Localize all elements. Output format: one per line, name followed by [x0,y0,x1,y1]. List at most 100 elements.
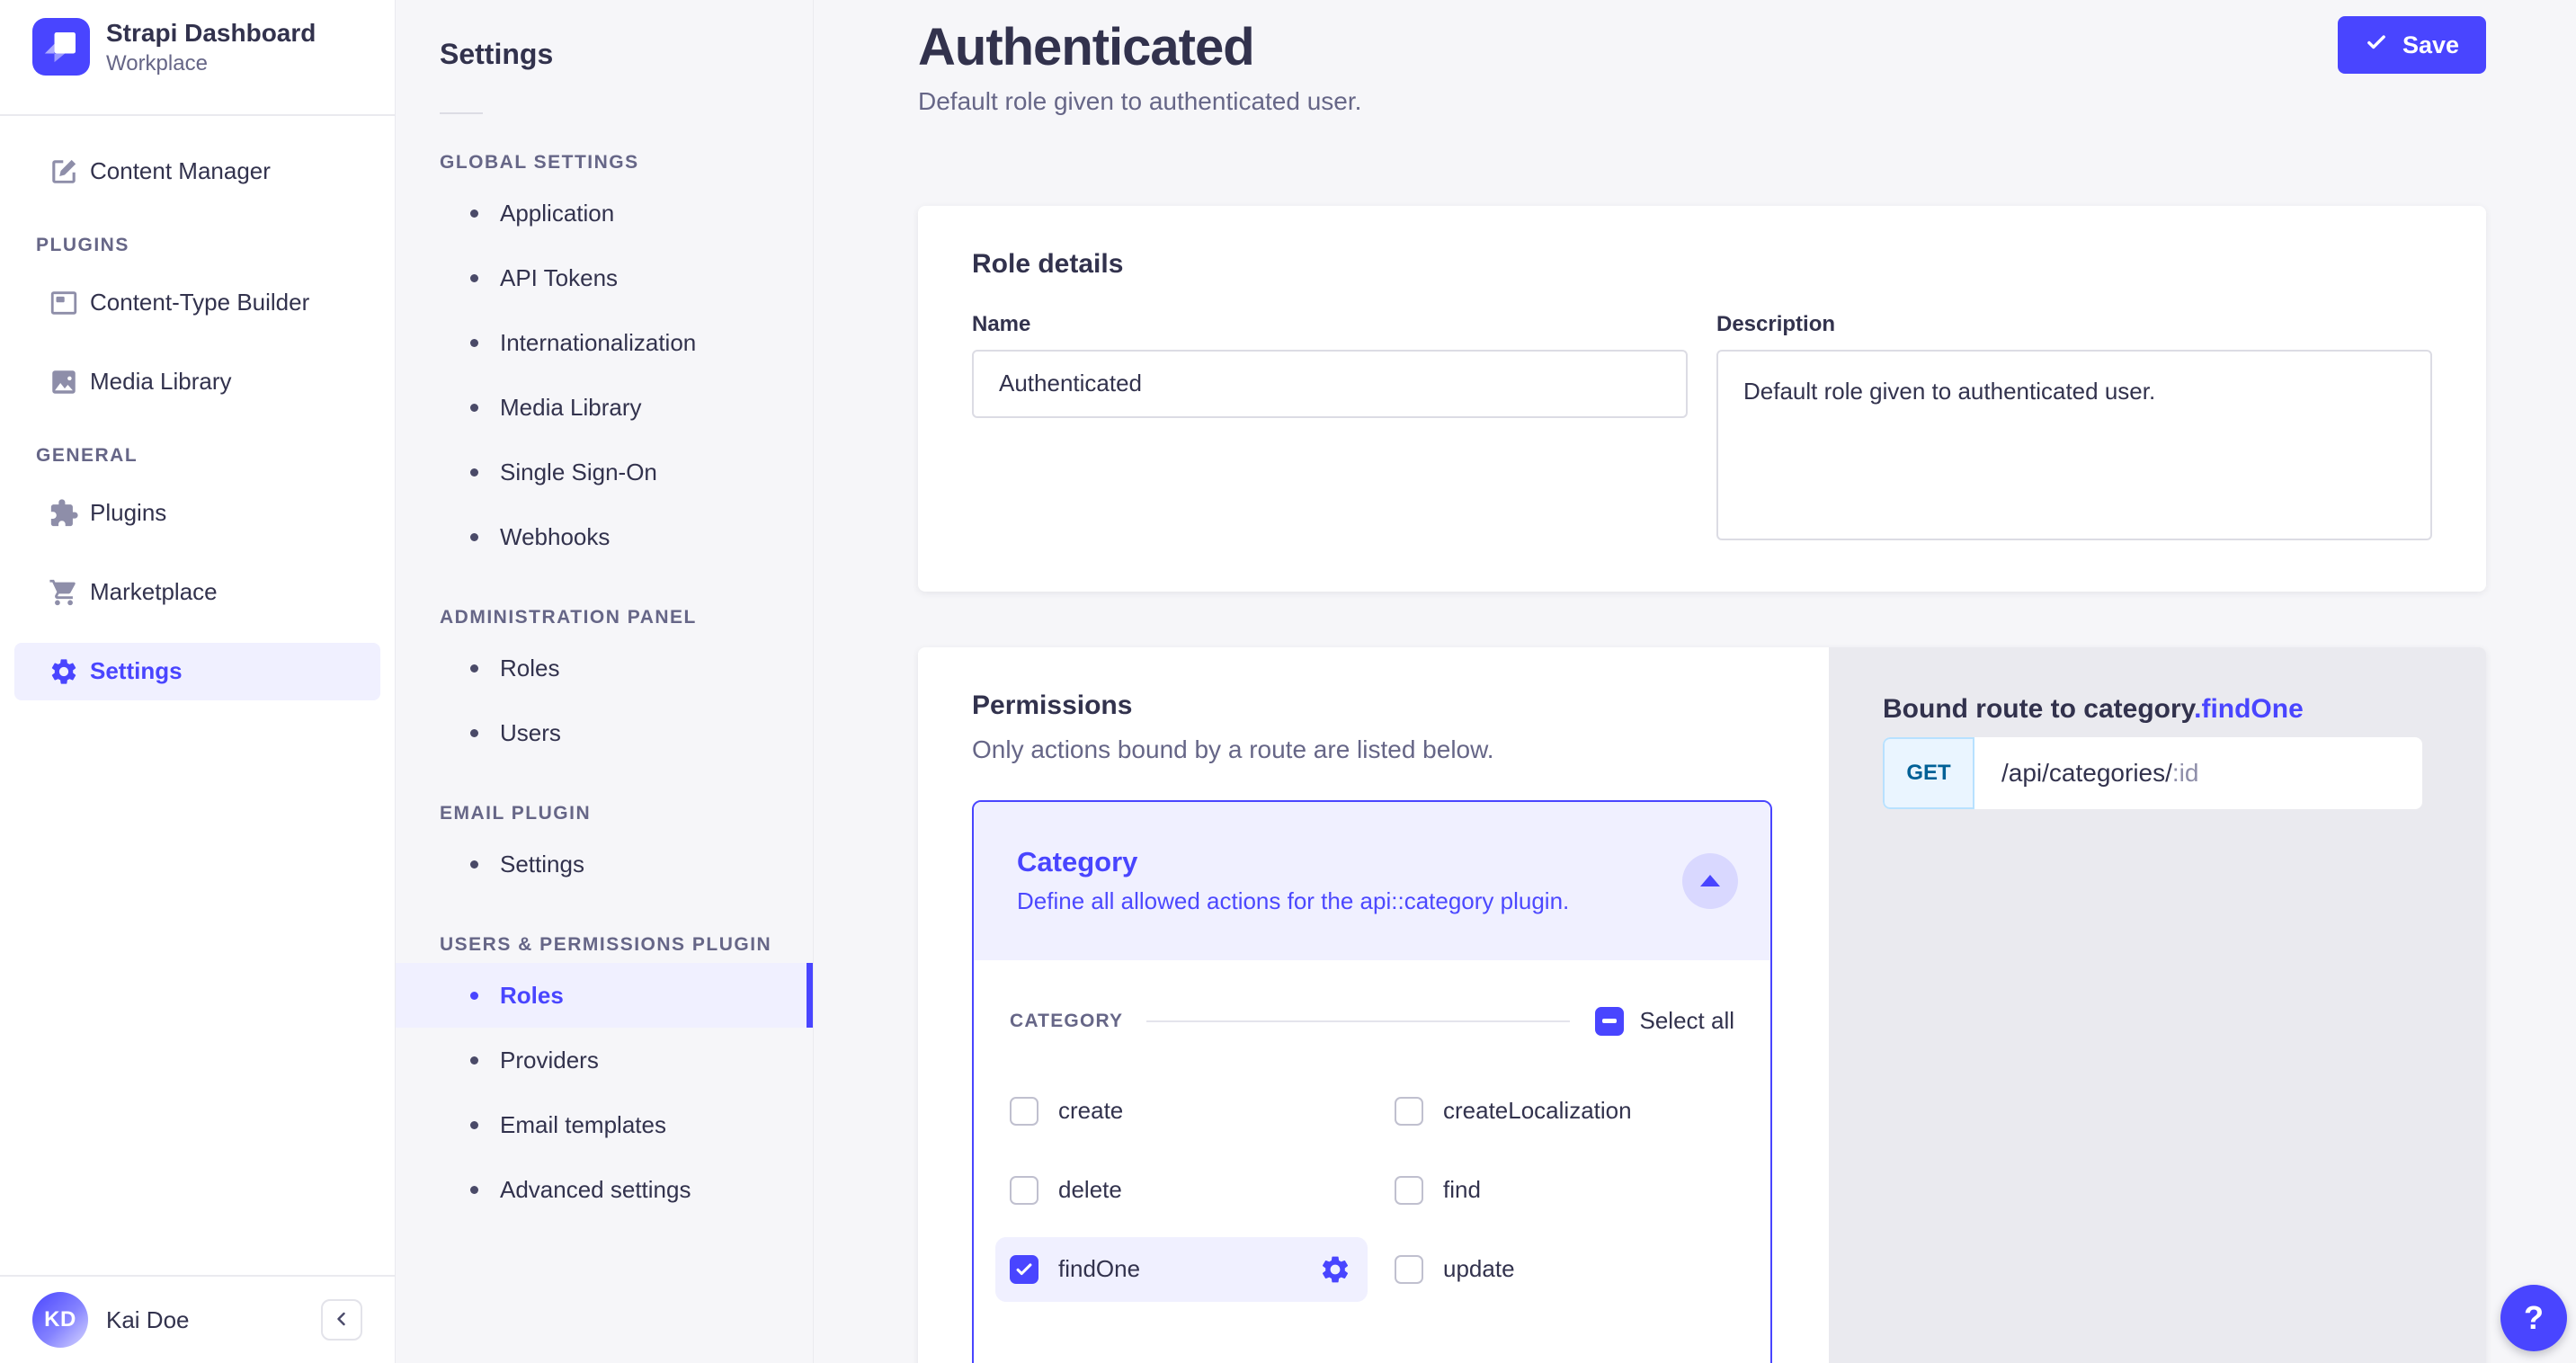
bullet-icon [470,339,478,347]
settings-nav-label: Single Sign-On [500,459,657,486]
strapi-logo-icon [32,18,90,76]
create-checkbox[interactable] [1010,1097,1038,1126]
findOne-settings-cog-icon[interactable] [1319,1253,1351,1286]
settings-nav-item-media-library[interactable]: Media Library [396,375,813,440]
sidebar-item-marketplace[interactable]: Marketplace [14,564,380,621]
findOne-checkbox[interactable] [1010,1255,1038,1284]
save-button[interactable]: Save [2338,16,2486,74]
action-createLocalization[interactable]: createLocalization [1395,1072,1734,1151]
permissions-subtitle: Only actions bound by a route are listed… [972,735,1772,764]
settings-nav-label: Email templates [500,1111,666,1139]
action-findOne[interactable]: findOne [1010,1230,1395,1309]
action-delete[interactable]: delete [1010,1151,1395,1230]
sidebar-item-label: Settings [90,657,183,685]
collapse-accordion-button[interactable] [1682,853,1738,909]
role-details-title: Role details [972,249,2432,280]
select-all-checkbox[interactable] [1595,1007,1624,1036]
find-checkbox[interactable] [1395,1176,1423,1205]
page-title: Authenticated [918,18,2486,78]
settings-nav-label: Webhooks [500,523,610,551]
bullet-icon [470,274,478,282]
sidebar-item-media-library[interactable]: Media Library [14,353,380,411]
main-content: Authenticated Default role given to auth… [814,0,2576,1363]
avatar[interactable]: KD [32,1292,88,1348]
nav-section-plugins: PLUGINS [36,235,380,256]
user-footer: KD Kai Doe [0,1275,395,1363]
route-path-param: :id [2172,759,2199,788]
cart-icon [49,577,79,608]
settings-nav-label: Roles [500,982,564,1010]
settings-nav-item-admin-users[interactable]: Users [396,700,813,765]
settings-nav-item-internationalization[interactable]: Internationalization [396,310,813,375]
divider [1146,1020,1569,1022]
settings-nav-label: Application [500,200,614,227]
http-method-badge: GET [1883,737,1974,809]
settings-nav-item-api-tokens[interactable]: API Tokens [396,245,813,310]
permissions-section: Permissions Only actions bound by a rout… [918,647,2486,1363]
update-checkbox[interactable] [1395,1255,1423,1284]
bound-route-title: Bound route to category.findOne [1883,694,2486,725]
category-accordion-title: Category [1017,846,1569,878]
divider [440,112,483,114]
settings-nav-item-providers[interactable]: Providers [396,1028,813,1092]
app-root: Strapi Dashboard Workplace Content Manag… [0,0,2576,1363]
delete-checkbox[interactable] [1010,1176,1038,1205]
category-accordion-header[interactable]: Category Define all allowed actions for … [974,802,1770,960]
help-button[interactable]: ? [2500,1285,2567,1351]
user-name: Kai Doe [106,1306,190,1334]
action-find[interactable]: find [1395,1151,1734,1230]
route-path: /api/categories/:id [1974,737,2198,809]
settings-nav-item-advanced-settings[interactable]: Advanced settings [396,1157,813,1222]
settings-nav-item-admin-roles[interactable]: Roles [396,636,813,700]
sidebar-item-plugins[interactable]: Plugins [14,485,380,542]
settings-nav-label: Media Library [500,394,642,422]
bound-route-panel: Bound route to category.findOne GET /api… [1829,647,2486,1363]
findOne-selected-row[interactable]: findOne [995,1237,1368,1302]
sidebar-item-content-type-builder[interactable]: Content-Type Builder [14,274,380,332]
name-field[interactable] [972,350,1688,418]
action-label: createLocalization [1443,1097,1632,1125]
settings-nav-label: Advanced settings [500,1176,691,1204]
settings-nav-label: Settings [500,851,584,878]
category-accordion-description: Define all allowed actions for the api::… [1017,887,1569,915]
bound-route-title-action: .findOne [2194,694,2304,724]
question-mark-icon: ? [2524,1299,2544,1337]
settings-nav-label: Users [500,719,561,747]
section-email-plugin: EMAIL PLUGIN Settings [396,803,813,896]
collapse-sidebar-button[interactable] [321,1299,362,1341]
settings-nav-title: Settings [396,38,813,71]
edit-icon [49,156,79,187]
action-create[interactable]: create [1010,1072,1395,1151]
settings-nav-item-webhooks[interactable]: Webhooks [396,504,813,569]
section-title: EMAIL PLUGIN [396,803,813,824]
bullet-icon [470,533,478,541]
settings-nav-item-up-roles[interactable]: Roles [396,963,813,1028]
action-update[interactable]: update [1395,1230,1734,1309]
action-label: delete [1058,1176,1122,1204]
settings-nav-item-application[interactable]: Application [396,181,813,245]
description-field[interactable]: Default role given to authenticated user… [1716,350,2432,540]
createLocalization-checkbox[interactable] [1395,1097,1423,1126]
image-icon [49,367,79,397]
puzzle-icon [49,498,79,529]
chevron-left-icon [331,1308,352,1332]
sidebar-item-settings[interactable]: Settings [14,643,380,700]
actions-grid: create createLocalization delete [1010,1072,1734,1309]
settings-nav-item-email-templates[interactable]: Email templates [396,1092,813,1157]
sidebar-item-content-manager[interactable]: Content Manager [14,143,380,200]
description-label: Description [1716,312,2432,337]
gear-icon [49,656,79,687]
main-sidebar: Strapi Dashboard Workplace Content Manag… [0,0,396,1363]
settings-nav-item-email-settings[interactable]: Settings [396,832,813,896]
check-icon [2365,31,2388,60]
settings-nav-item-single-sign-on[interactable]: Single Sign-On [396,440,813,504]
workspace-name: Workplace [106,51,316,76]
layout-icon [49,288,79,318]
action-label: findOne [1058,1255,1140,1283]
workspace-header[interactable]: Strapi Dashboard Workplace [0,0,395,76]
category-accordion-body: CATEGORY Select all create [974,960,1770,1309]
main-nav-list: Content Manager PLUGINS Content-Type Bui… [0,116,395,700]
section-title: USERS & PERMISSIONS PLUGIN [396,934,813,956]
select-all-control[interactable]: Select all [1595,1007,1735,1036]
settings-nav-label: Internationalization [500,329,696,357]
